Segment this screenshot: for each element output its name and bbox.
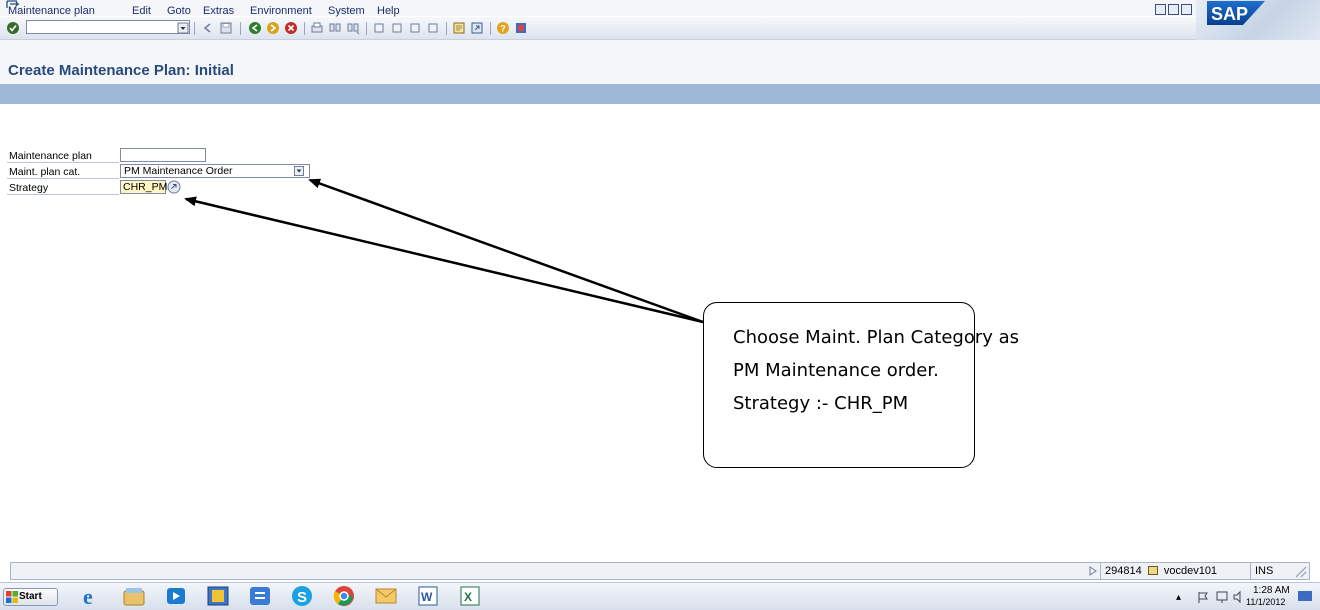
svg-text:?: ? — [500, 24, 506, 34]
create-session-icon[interactable] — [452, 21, 466, 35]
minimize-icon[interactable] — [1155, 4, 1166, 15]
session-number: 294814 — [1105, 565, 1142, 577]
word-icon[interactable]: W — [416, 585, 440, 607]
svg-text:X: X — [464, 590, 472, 604]
speaker-icon[interactable] — [1232, 590, 1246, 604]
callout-line-3: Strategy :- CHR_PM — [733, 393, 909, 414]
shortcut-icon[interactable] — [470, 21, 484, 35]
enter-check-icon[interactable] — [6, 21, 20, 35]
last-page-icon[interactable] — [426, 21, 440, 35]
menu-extras[interactable]: Extras — [203, 5, 234, 17]
application-toolbar — [0, 84, 1320, 104]
session-icon — [1147, 566, 1158, 575]
svg-text:S: S — [297, 589, 307, 606]
clock-date[interactable]: 11/1/2012 — [1246, 597, 1285, 607]
field-underline — [7, 178, 119, 179]
close-icon[interactable] — [1181, 4, 1192, 15]
flag-icon[interactable] — [1196, 590, 1210, 604]
maintenance-plan-label: Maintenance plan — [9, 150, 92, 162]
save-icon[interactable] — [219, 21, 233, 35]
network-icon[interactable] — [248, 585, 272, 607]
find-icon[interactable] — [328, 21, 342, 35]
previous-page-icon[interactable] — [390, 21, 404, 35]
network-tray-icon[interactable] — [1215, 590, 1229, 604]
find-next-icon[interactable] — [346, 21, 360, 35]
command-dropdown-icon[interactable] — [176, 21, 190, 35]
arrow-to-category — [308, 178, 704, 324]
file-explorer-icon[interactable] — [122, 585, 146, 607]
value-help-icon[interactable] — [167, 180, 181, 194]
help-icon[interactable]: ? — [496, 21, 510, 35]
field-underline — [7, 194, 119, 195]
chevron-down-icon[interactable] — [294, 166, 304, 176]
back-icon[interactable] — [248, 21, 262, 35]
windows-logo-icon — [6, 591, 18, 603]
status-toggle-icon[interactable] — [1088, 566, 1098, 576]
first-page-icon[interactable] — [372, 21, 386, 35]
excel-icon[interactable]: X — [458, 585, 482, 607]
skype-icon[interactable]: S — [290, 585, 314, 607]
session-info: 294814 vocdev101 — [1100, 562, 1250, 580]
layout-icon[interactable] — [514, 21, 528, 35]
sap-logo-text: SAP — [1211, 4, 1248, 24]
exit-icon[interactable] — [266, 21, 280, 35]
svg-text:e: e — [83, 585, 93, 607]
arrow-to-strategy — [184, 196, 704, 324]
server-name: vocdev101 — [1163, 565, 1218, 577]
media-player-icon[interactable] — [164, 585, 188, 607]
menu-goto[interactable]: Goto — [167, 5, 191, 17]
field-underline — [7, 162, 119, 163]
page-title: Create Maintenance Plan: Initial — [8, 62, 234, 79]
back-arrow-icon[interactable] — [201, 21, 215, 35]
resize-grip-icon[interactable] — [1293, 564, 1307, 578]
menu-edit[interactable]: Edit — [132, 5, 151, 17]
show-desktop-icon[interactable] — [1298, 591, 1312, 601]
strategy-value: CHR_PM — [123, 181, 168, 193]
internet-explorer-icon[interactable]: e — [80, 585, 104, 607]
maint-plan-category-value: PM Maintenance Order — [124, 165, 233, 177]
svg-text:W: W — [421, 590, 433, 604]
paint-icon[interactable] — [206, 585, 230, 607]
input-mode: INS — [1250, 562, 1294, 580]
start-label: Start — [19, 591, 42, 602]
strategy-label: Strategy — [9, 182, 49, 194]
menu-maintenance-plan[interactable]: Maintenance plan — [8, 5, 95, 17]
windows-taskbar — [0, 582, 1320, 610]
callout-line-2: PM Maintenance order. — [733, 360, 939, 381]
menu-environment[interactable]: Environment — [250, 5, 312, 17]
menu-help[interactable]: Help — [377, 5, 400, 17]
outlook-icon[interactable] — [374, 585, 398, 607]
next-page-icon[interactable] — [408, 21, 422, 35]
print-icon[interactable] — [310, 21, 324, 35]
command-field[interactable] — [26, 20, 190, 34]
sap-logo: SAP — [1207, 1, 1265, 25]
cancel-icon[interactable] — [284, 21, 298, 35]
maint-plan-category-label: Maint. plan cat. — [9, 166, 81, 178]
callout-line-1: Choose Maint. Plan Category as — [733, 327, 1020, 348]
clock-time[interactable]: 1:28 AM — [1253, 585, 1290, 596]
chrome-icon[interactable] — [332, 585, 356, 607]
menu-bar — [0, 0, 1320, 16]
maximize-icon[interactable] — [1168, 4, 1179, 15]
tray-expand-icon[interactable]: ▴ — [1176, 592, 1181, 603]
maintenance-plan-input[interactable] — [120, 148, 206, 162]
menu-system[interactable]: System — [328, 5, 365, 17]
